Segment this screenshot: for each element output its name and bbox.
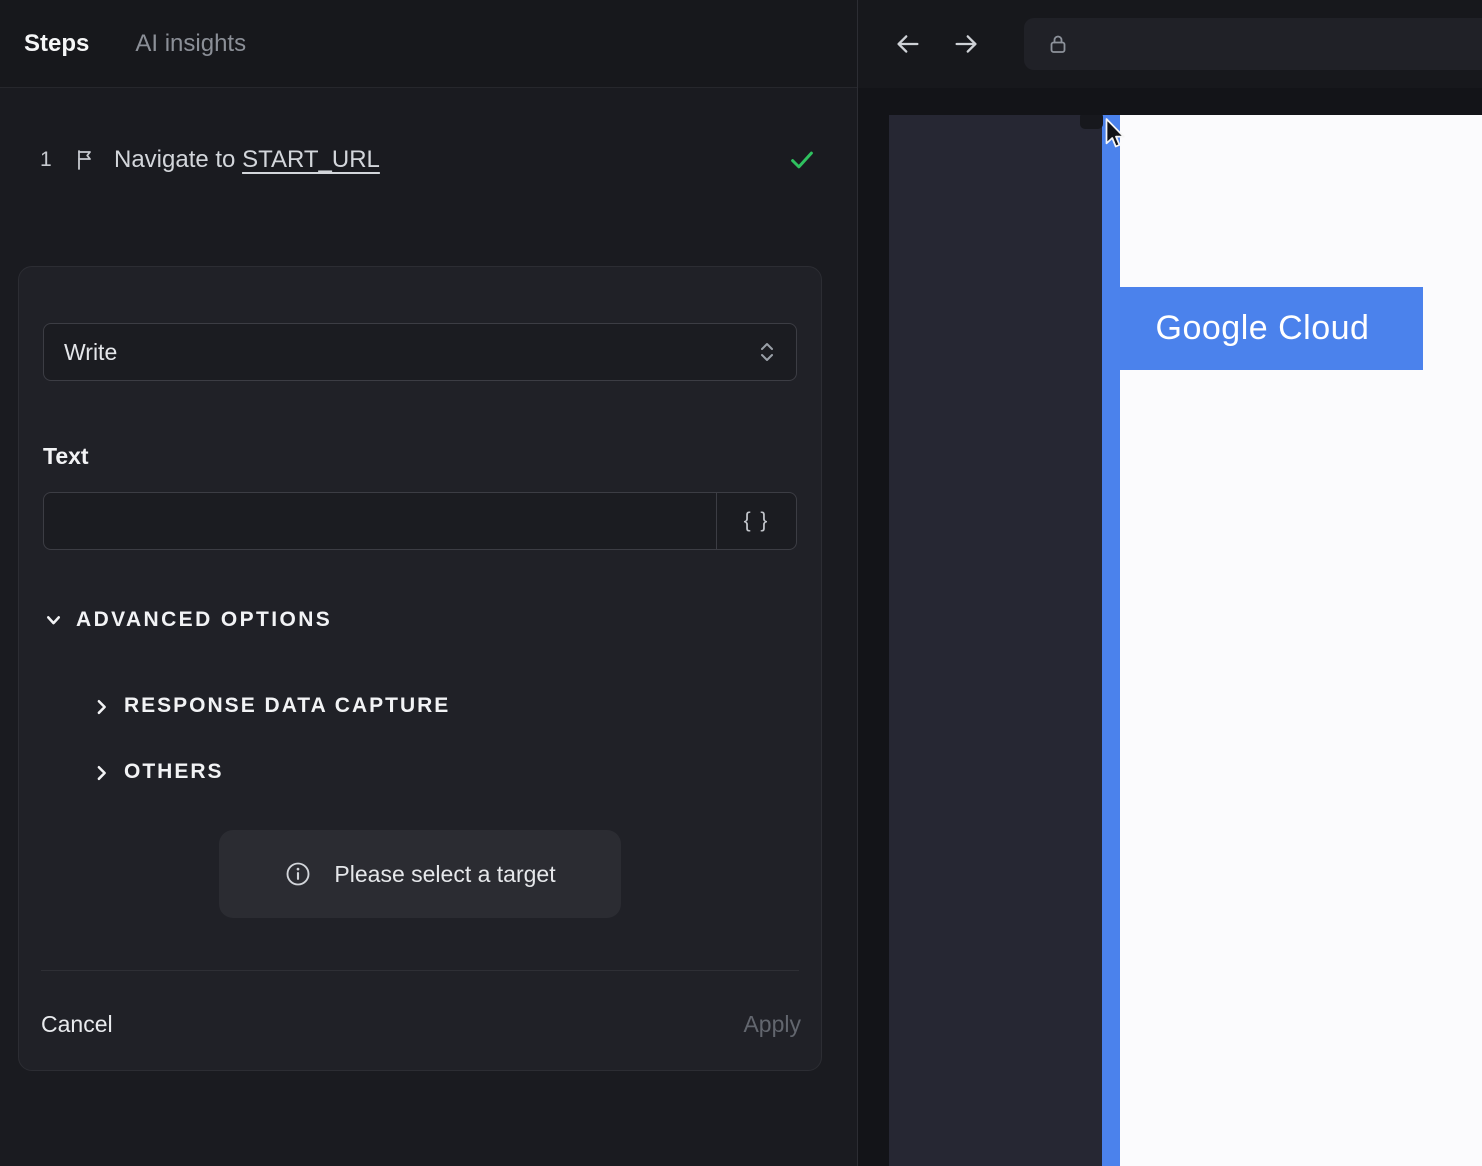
- cursor-icon: [1099, 116, 1129, 157]
- step-row[interactable]: 1 Navigate to START_URL: [40, 144, 817, 176]
- browser-preview-area: Google Cloud: [858, 88, 1482, 1166]
- chevron-up-down-icon: [758, 339, 776, 365]
- response-data-capture-toggle[interactable]: RESPONSE DATA CAPTURE: [91, 694, 797, 718]
- tab-steps[interactable]: Steps: [24, 30, 89, 58]
- panel-header: Steps AI insights: [0, 0, 857, 88]
- step-label: Navigate to START_URL: [114, 146, 380, 173]
- insert-variable-button[interactable]: { }: [716, 493, 796, 549]
- lock-icon: [1046, 32, 1070, 56]
- browser-panel: Google Cloud: [858, 0, 1482, 1166]
- url-bar[interactable]: [1024, 18, 1482, 70]
- chevron-right-icon: [91, 762, 112, 783]
- browser-topbar: [858, 0, 1482, 88]
- select-target-notice-text: Please select a target: [334, 860, 556, 887]
- editor-footer: Cancel Apply: [19, 971, 821, 1070]
- check-icon: [787, 145, 817, 175]
- step-number: 1: [40, 148, 52, 171]
- page-sidebar: [889, 115, 1102, 1166]
- advanced-options-toggle[interactable]: ADVANCED OPTIONS: [43, 608, 797, 632]
- advanced-options-label: ADVANCED OPTIONS: [76, 608, 333, 631]
- braces-icon: { }: [743, 509, 770, 532]
- cancel-button[interactable]: Cancel: [41, 1011, 113, 1038]
- response-data-capture-label: RESPONSE DATA CAPTURE: [124, 694, 451, 717]
- app-root: Steps AI insights 1 Navigate to START_UR…: [0, 0, 1482, 1166]
- others-toggle[interactable]: OTHERS: [91, 760, 797, 784]
- tab-ai-insights[interactable]: AI insights: [135, 30, 246, 58]
- text-input-group: { }: [43, 492, 797, 550]
- others-label: OTHERS: [124, 760, 224, 783]
- chevron-down-icon: [43, 610, 64, 631]
- select-target-notice: Please select a target: [219, 830, 621, 918]
- forward-arrow-icon[interactable]: [952, 30, 980, 58]
- google-cloud-header[interactable]: Google Cloud: [1102, 287, 1423, 370]
- element-highlight-stripe[interactable]: [1102, 115, 1120, 1166]
- flag-icon: [74, 148, 98, 172]
- step-editor-body: Write Text { } ADVANCED OPTIONS RESPONSE…: [19, 323, 821, 918]
- start-url-link[interactable]: START_URL: [242, 146, 380, 173]
- action-type-value: Write: [64, 338, 118, 365]
- page-viewport[interactable]: Google Cloud: [889, 115, 1482, 1166]
- chevron-right-icon: [91, 696, 112, 717]
- info-icon: [284, 860, 312, 888]
- action-type-select[interactable]: Write: [43, 323, 797, 381]
- back-arrow-icon[interactable]: [894, 30, 922, 58]
- steps-panel: Steps AI insights 1 Navigate to START_UR…: [0, 0, 858, 1166]
- text-field-label: Text: [43, 443, 89, 469]
- apply-button[interactable]: Apply: [743, 1011, 801, 1038]
- text-input[interactable]: [44, 493, 716, 549]
- step-editor-card: Write Text { } ADVANCED OPTIONS RESPONSE…: [18, 266, 822, 1071]
